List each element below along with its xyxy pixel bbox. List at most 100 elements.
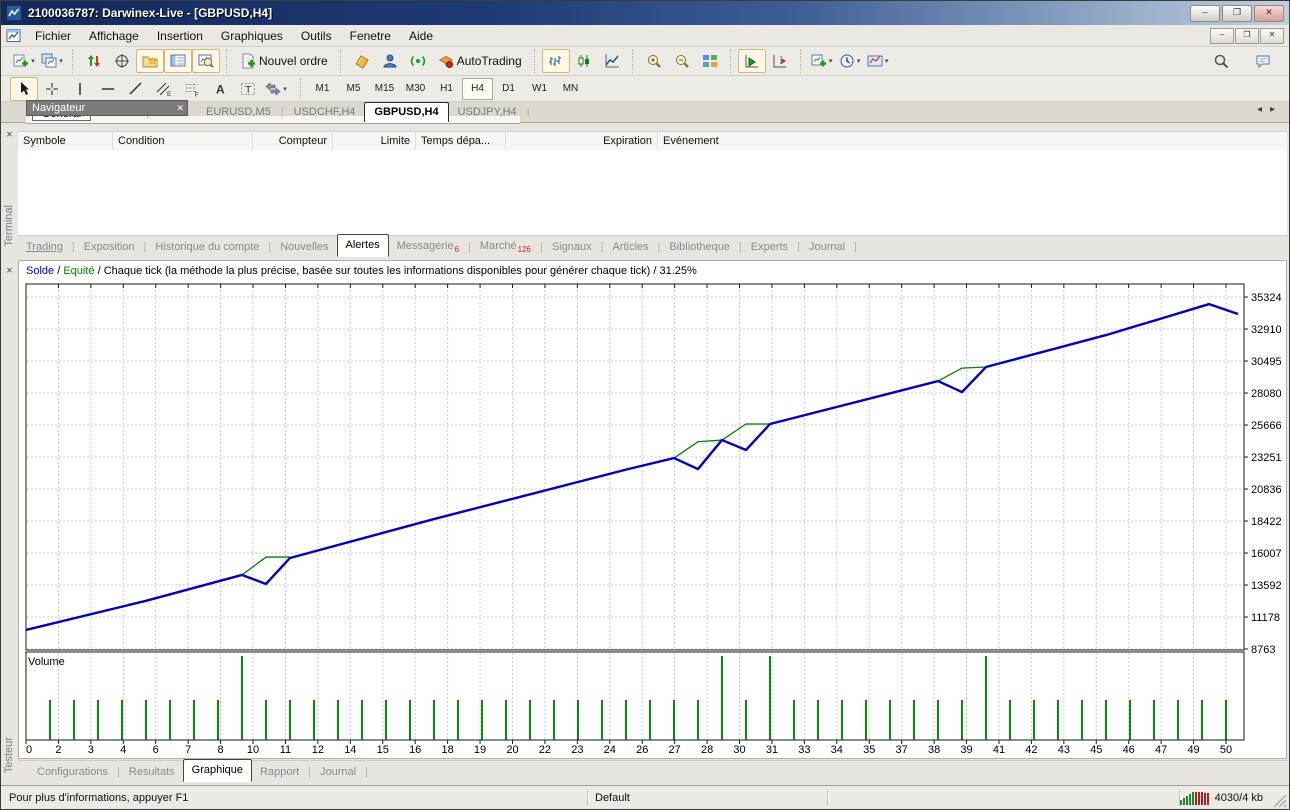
periods-button[interactable]: ▾ bbox=[836, 49, 864, 73]
chart-tab-eurusd-m5[interactable]: EURUSD,M5 bbox=[197, 103, 280, 122]
profiles-button[interactable]: ▾ bbox=[38, 49, 66, 73]
menu-fichier[interactable]: Fichier bbox=[26, 27, 80, 45]
strategy-tester-button[interactable] bbox=[192, 49, 220, 73]
bar-chart-button[interactable] bbox=[542, 49, 570, 73]
crosshair-button[interactable] bbox=[38, 77, 66, 101]
terminal-tab-messagerie[interactable]: Messagerie6 bbox=[389, 236, 467, 257]
navigator-close-icon[interactable]: ✕ bbox=[176, 101, 184, 115]
new-order-button[interactable]: Nouvel ordre bbox=[234, 49, 334, 73]
chart-tab-usdchf-h4[interactable]: USDCHF,H4 bbox=[285, 103, 365, 122]
timeframe-m30[interactable]: M30 bbox=[400, 78, 431, 100]
tester-tab-journal[interactable]: Journal bbox=[312, 762, 364, 782]
tester-tab-configurations[interactable]: Configurations bbox=[29, 762, 116, 782]
community-button[interactable] bbox=[376, 49, 404, 73]
zoom-out-button[interactable] bbox=[668, 49, 696, 73]
text-label-button[interactable]: T bbox=[234, 77, 262, 101]
timeframe-d1[interactable]: D1 bbox=[493, 78, 524, 100]
terminal-tab-alertes[interactable]: Alertes bbox=[337, 234, 389, 257]
column-temps-depa[interactable]: Temps dépa... bbox=[416, 132, 506, 151]
timeframe-h1[interactable]: H1 bbox=[431, 78, 462, 100]
mdi-minimize-button[interactable]: – bbox=[1210, 28, 1234, 44]
menu-outils[interactable]: Outils bbox=[292, 27, 341, 45]
timeframe-m5[interactable]: M5 bbox=[338, 78, 369, 100]
tester-tab-graphique[interactable]: Graphique bbox=[183, 759, 252, 782]
column-evenement[interactable]: Evénement bbox=[658, 132, 1287, 151]
mdi-restore-button[interactable]: ❐ bbox=[1235, 28, 1259, 44]
metaeditor-button[interactable] bbox=[348, 49, 376, 73]
menu-insertion[interactable]: Insertion bbox=[148, 27, 212, 45]
close-button[interactable]: ✕ bbox=[1254, 5, 1284, 22]
tab-scroll-left-icon[interactable]: ◂ bbox=[1253, 104, 1266, 115]
chart-shift-button[interactable] bbox=[766, 49, 794, 73]
terminal-close-button[interactable]: ✕ bbox=[4, 130, 15, 141]
fibonacci-button[interactable]: F bbox=[178, 77, 206, 101]
column-expiration[interactable]: Expiration bbox=[506, 132, 658, 151]
equidistant-channel-button[interactable]: E bbox=[150, 77, 178, 101]
mdi-close-button[interactable]: ✕ bbox=[1260, 28, 1284, 44]
data-window-button[interactable] bbox=[108, 49, 136, 73]
tester-tab-rapport[interactable]: Rapport bbox=[252, 762, 307, 782]
zoom-in-button[interactable] bbox=[640, 49, 668, 73]
new-chart-button[interactable]: ▾ bbox=[10, 49, 38, 73]
line-chart-button[interactable] bbox=[598, 49, 626, 73]
column-symbole[interactable]: Symbole bbox=[18, 132, 113, 151]
chat-button[interactable] bbox=[1249, 49, 1277, 73]
text-button[interactable]: A bbox=[206, 77, 234, 101]
timeframe-w1[interactable]: W1 bbox=[524, 78, 555, 100]
tester-graph-area[interactable]: Solde / Equité / Chaque tick (la méthode… bbox=[18, 260, 1287, 759]
terminal-tab-articles[interactable]: Articles bbox=[604, 237, 656, 257]
terminal-tab-marche[interactable]: Marché126 bbox=[472, 236, 539, 257]
market-watch-button[interactable] bbox=[80, 49, 108, 73]
navigator-tab-favoris[interactable]: Favoris bbox=[91, 116, 145, 121]
column-compteur[interactable]: Compteur bbox=[253, 132, 333, 151]
resize-grip[interactable] bbox=[1273, 794, 1287, 808]
signals-button[interactable] bbox=[404, 49, 432, 73]
tile-windows-button[interactable] bbox=[696, 49, 724, 73]
terminal-tab-historique-du-compte[interactable]: Historique du compte bbox=[147, 237, 267, 257]
menu-aide[interactable]: Aide bbox=[400, 27, 442, 45]
menu-fenetre[interactable]: Fenetre bbox=[341, 27, 400, 45]
horizontal-line-button[interactable] bbox=[94, 77, 122, 101]
terminal-panel-button[interactable] bbox=[164, 49, 192, 73]
chart-tab-gbpusd-h4[interactable]: GBPUSD,H4 bbox=[364, 102, 448, 122]
terminal-tab-journal[interactable]: Journal bbox=[801, 237, 853, 257]
terminal-tab-experts[interactable]: Experts bbox=[743, 237, 796, 257]
terminal-tab-bibliotheque[interactable]: Bibliotheque bbox=[661, 237, 738, 257]
auto-scroll-button[interactable] bbox=[738, 49, 766, 73]
column-condition[interactable]: Condition bbox=[113, 132, 253, 151]
timeframe-m1[interactable]: M1 bbox=[307, 78, 338, 100]
terminal-tab-nouvelles[interactable]: Nouvelles bbox=[272, 237, 336, 257]
minimize-button[interactable]: – bbox=[1190, 5, 1220, 22]
tester-graph[interactable]: 0234678101112141516181920222324262728303… bbox=[19, 261, 1288, 756]
alerts-table-body[interactable] bbox=[18, 150, 1287, 236]
navigator-tab-general[interactable]: Général bbox=[32, 116, 91, 121]
timeframe-m15[interactable]: M15 bbox=[369, 78, 400, 100]
cursor-button[interactable] bbox=[10, 77, 38, 101]
trendline-button[interactable] bbox=[122, 77, 150, 101]
indicators-button[interactable]: ▾ bbox=[808, 49, 836, 73]
status-profile[interactable]: Default bbox=[588, 792, 827, 804]
tab-scroll-right-icon[interactable]: ▸ bbox=[1266, 104, 1279, 115]
search-button[interactable] bbox=[1207, 49, 1235, 73]
autotrading-button[interactable]: AutoTrading bbox=[432, 49, 528, 73]
timeframe-h4[interactable]: H4 bbox=[462, 78, 493, 100]
navigator-floating-panel[interactable]: Navigateur ✕ bbox=[26, 100, 188, 116]
alerts-table-header[interactable]: SymboleConditionCompteurLimiteTemps dépa… bbox=[18, 131, 1287, 152]
tester-close-button[interactable]: ✕ bbox=[4, 266, 15, 277]
menu-graphiques[interactable]: Graphiques bbox=[212, 27, 292, 45]
menu-affichage[interactable]: Affichage bbox=[80, 27, 148, 45]
title-bar[interactable]: 2100036787: Darwinex-Live - [GBPUSD,H4] … bbox=[1, 1, 1289, 25]
candlestick-chart-button[interactable] bbox=[570, 49, 598, 73]
navigator-button[interactable] bbox=[136, 49, 164, 73]
timeframe-mn[interactable]: MN bbox=[555, 78, 586, 100]
terminal-tab-exposition[interactable]: Exposition bbox=[76, 237, 143, 257]
shapes-button[interactable]: ▾ bbox=[262, 77, 290, 101]
chart-tab-usdjpy-h4[interactable]: USDJPY,H4 bbox=[449, 103, 526, 122]
chart-document-icon[interactable] bbox=[6, 28, 22, 44]
vertical-line-button[interactable] bbox=[66, 77, 94, 101]
terminal-tab-trading[interactable]: Trading bbox=[18, 237, 71, 257]
terminal-tab-signaux[interactable]: Signaux bbox=[544, 237, 600, 257]
tester-tab-resultats[interactable]: Resultats bbox=[121, 762, 183, 782]
column-limite[interactable]: Limite bbox=[333, 132, 416, 151]
templates-button[interactable]: ▾ bbox=[864, 49, 892, 73]
